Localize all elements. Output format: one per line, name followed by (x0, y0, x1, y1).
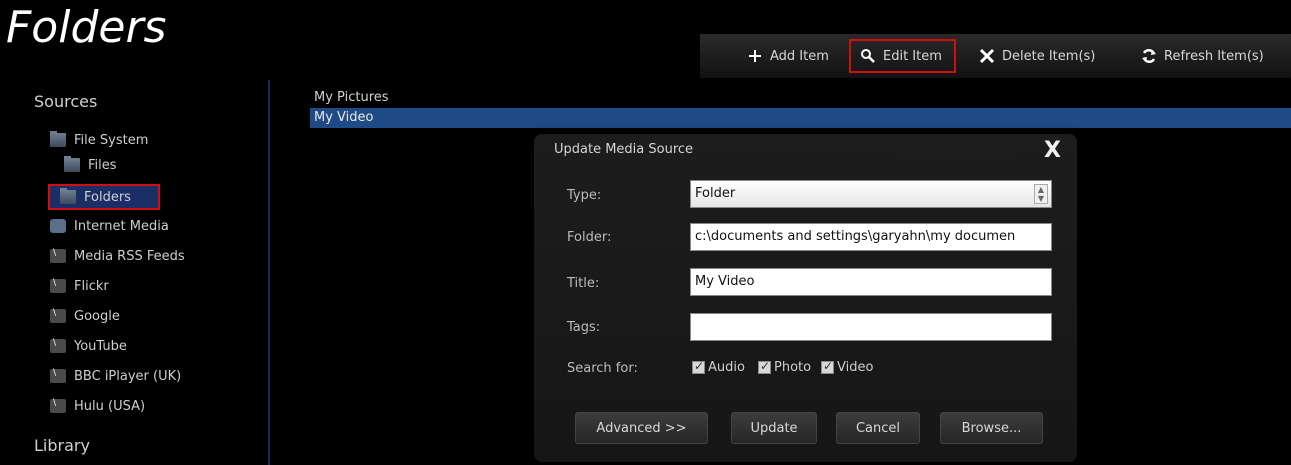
rss-icon (50, 398, 66, 413)
photo-checkbox-label: Photo (774, 360, 812, 375)
checkbox-checked-icon (821, 359, 834, 374)
internet-icon (50, 219, 66, 233)
video-checkbox[interactable]: Video (821, 359, 874, 375)
rss-icon (50, 338, 66, 353)
edit-item-button[interactable]: Edit Item (849, 39, 956, 73)
sidebar-item-youtube[interactable]: YouTube (50, 334, 127, 358)
title-label: Title: (567, 276, 600, 291)
tags-label: Tags: (567, 320, 601, 335)
rss-icon (50, 308, 66, 323)
type-select-value: Folder (695, 186, 736, 201)
checkbox-checked-icon (758, 359, 771, 374)
refresh-items-label: Refresh Item(s) (1164, 48, 1264, 64)
rss-icon (50, 248, 66, 263)
sidebar-item-hulu[interactable]: Hulu (USA) (50, 394, 145, 418)
folder-icon (50, 131, 66, 147)
refresh-icon (1140, 47, 1158, 65)
sidebar-divider (268, 80, 270, 465)
edit-item-label: Edit Item (883, 48, 942, 64)
update-media-source-dialog: Update Media Source X Type: Folder ▲ ▼ Fo… (534, 134, 1077, 462)
sidebar-item-internet-media[interactable]: Internet Media (50, 214, 169, 238)
update-button[interactable]: Update (731, 412, 817, 444)
tags-field[interactable] (690, 313, 1052, 341)
sidebar-item-label: Internet Media (74, 218, 169, 234)
page-title: Folders (6, 2, 167, 53)
video-checkbox-label: Video (837, 360, 874, 375)
rss-icon (50, 278, 66, 293)
audio-checkbox-label: Audio (708, 360, 745, 375)
sidebar-item-label: BBC iPlayer (UK) (74, 368, 182, 384)
dialog-close-button[interactable]: X (1044, 138, 1061, 163)
search-icon (859, 47, 877, 65)
sidebar-item-flickr[interactable]: Flickr (50, 274, 109, 298)
photo-checkbox[interactable]: Photo (758, 359, 812, 375)
folder-label: Folder: (567, 230, 612, 245)
sidebar-item-file-system[interactable]: File System (50, 128, 148, 152)
sidebar: Sources File System Files Folders Intern… (0, 80, 270, 465)
add-item-button[interactable]: Add Item (740, 39, 835, 73)
library-heading: Library (34, 436, 90, 455)
title-field[interactable]: My Video (690, 268, 1052, 296)
add-item-label: Add Item (770, 48, 829, 64)
sidebar-item-bbc-iplayer[interactable]: BBC iPlayer (UK) (50, 364, 181, 388)
refresh-items-button[interactable]: Refresh Item(s) (1140, 39, 1264, 73)
sidebar-item-label: YouTube (74, 338, 127, 354)
toolbar: Add Item Edit Item Delete Item(s) Refres… (700, 34, 1291, 78)
sidebar-item-folders[interactable]: Folders (48, 184, 160, 210)
close-icon (978, 47, 996, 65)
sidebar-item-label: Google (74, 308, 120, 324)
dialog-title: Update Media Source (554, 142, 694, 157)
type-label: Type: (567, 188, 602, 203)
browse-button[interactable]: Browse... (940, 412, 1043, 444)
rss-icon (50, 368, 66, 383)
advanced-button[interactable]: Advanced >> (575, 412, 708, 444)
folder-icon (64, 156, 80, 172)
sidebar-item-label: File System (74, 132, 149, 148)
sidebar-item-google[interactable]: Google (50, 304, 120, 328)
folder-field[interactable]: c:\documents and settings\garyahn\my doc… (690, 223, 1052, 251)
sidebar-item-files[interactable]: Files (64, 153, 117, 177)
checkbox-checked-icon (692, 359, 705, 374)
list-item[interactable]: My Pictures (310, 88, 1291, 108)
plus-icon (746, 47, 764, 65)
cancel-button[interactable]: Cancel (836, 412, 920, 444)
sidebar-item-label: Folders (84, 189, 131, 205)
sidebar-item-media-rss-feeds[interactable]: Media RSS Feeds (50, 244, 185, 268)
delete-items-label: Delete Item(s) (1002, 48, 1096, 64)
delete-items-button[interactable]: Delete Item(s) (978, 39, 1095, 73)
sources-heading: Sources (34, 92, 98, 111)
sidebar-item-label: Hulu (USA) (74, 398, 146, 414)
source-list: My Pictures My Video (310, 88, 1291, 128)
type-select[interactable]: Folder ▲ ▼ (690, 180, 1052, 208)
sidebar-item-label: Media RSS Feeds (74, 248, 185, 264)
sidebar-item-label: Files (88, 157, 117, 173)
list-item-selected[interactable]: My Video (310, 108, 1291, 128)
folder-icon (60, 188, 76, 204)
spinner-icon: ▲ ▼ (1034, 184, 1048, 204)
sidebar-item-label: Flickr (74, 278, 109, 294)
audio-checkbox[interactable]: Audio (692, 359, 745, 375)
search-for-label: Search for: (567, 361, 638, 376)
